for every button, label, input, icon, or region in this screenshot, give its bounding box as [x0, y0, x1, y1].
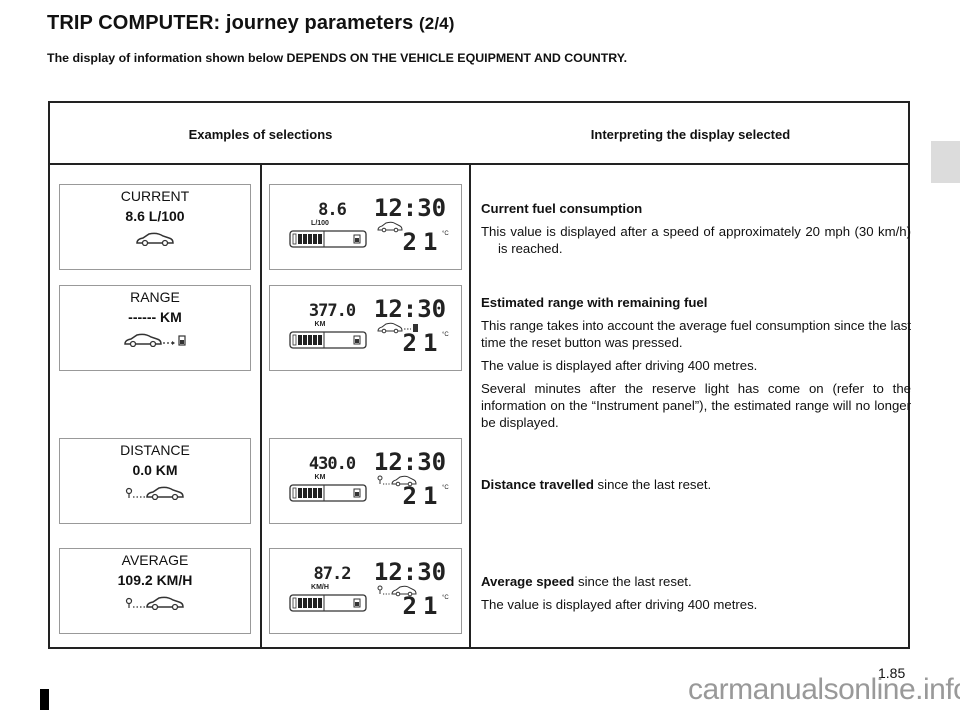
- start-to-car-icon: [60, 484, 250, 502]
- lcd-temp-unit: °C: [442, 332, 449, 338]
- lcd-main-value: 377.0: [309, 301, 356, 321]
- fuel-segment: [318, 488, 322, 498]
- lcd-clock: 12:30: [374, 448, 446, 476]
- fuel-segment: [303, 335, 307, 345]
- description-text: Several minutes after the reserve light …: [481, 381, 911, 430]
- column-divider: [260, 163, 262, 647]
- lcd-clock: 12:30: [374, 558, 446, 586]
- fuel-segment: [298, 234, 302, 244]
- description-text: The value is displayed after driving 400…: [481, 358, 758, 373]
- selection-example-distance: DISTANCE 0.0 KM: [59, 438, 251, 524]
- lcd-unit: KM: [315, 474, 326, 481]
- fuel-gauge: [289, 594, 367, 612]
- description-current: Current fuel consumption This value is d…: [481, 200, 911, 263]
- lcd-main-value: 87.2: [314, 564, 351, 584]
- lcd-main-value: 8.6: [318, 200, 346, 220]
- lcd-temperature: 21: [403, 592, 444, 620]
- description-text: This range takes into account the averag…: [481, 318, 911, 350]
- selection-example-range: RANGE ------ KM: [59, 285, 251, 371]
- fuel-segment: [308, 488, 312, 498]
- fuel-segment: [303, 234, 307, 244]
- selection-value: ------ KM: [128, 309, 182, 325]
- lcd-temp-unit: °C: [442, 485, 449, 491]
- edge-marker: [40, 689, 49, 710]
- fuel-segment: [308, 234, 312, 244]
- page-title: TRIP COMPUTER: journey parameters (2/4): [47, 12, 455, 35]
- fuel-segment: [308, 335, 312, 345]
- car-icon: [60, 230, 250, 248]
- title-text: TRIP COMPUTER: journey parameters: [47, 12, 414, 34]
- lcd-unit: KM: [315, 321, 326, 328]
- lcd-temperature: 21: [403, 228, 444, 256]
- column-header-interpretation: Interpreting the display selected: [590, 127, 791, 142]
- fuel-segment: [313, 234, 317, 244]
- selection-value: 8.6 L/100: [125, 208, 185, 224]
- description-distance: Distance travelled since the last reset.: [481, 476, 911, 499]
- section-tab-marker: [931, 141, 960, 183]
- fuel-segment: [298, 598, 302, 608]
- selection-label: AVERAGE: [121, 552, 189, 568]
- selection-value: 109.2 KM/H: [117, 572, 193, 588]
- page-subtitle: The display of information shown below D…: [47, 51, 628, 65]
- selection-label: DISTANCE: [120, 442, 190, 458]
- lcd-temp-unit: °C: [442, 231, 449, 237]
- fuel-gauge: [289, 331, 367, 349]
- lcd-temperature: 21: [403, 329, 444, 357]
- fuel-segment: [303, 488, 307, 498]
- description-text: Average speed since the last reset.: [481, 573, 911, 590]
- fuel-segment: [318, 335, 322, 345]
- page-indicator: (2/4): [419, 14, 455, 33]
- fuel-segment: [318, 598, 322, 608]
- description-title: Average speed: [481, 574, 575, 589]
- lcd-unit: L/100: [311, 220, 329, 227]
- lcd-main-value: 430.0: [309, 454, 356, 474]
- selection-label: CURRENT: [120, 188, 190, 204]
- lcd-temp-unit: °C: [442, 595, 449, 601]
- display-example-current: 8.6 L/100 12:30 21 °C: [269, 184, 462, 270]
- lcd-clock: 12:30: [374, 194, 446, 222]
- car-icon: [377, 221, 403, 233]
- description-average: Average speed since the last reset. The …: [481, 573, 911, 619]
- description-title: Distance travelled: [481, 477, 594, 492]
- fuel-gauge: [289, 484, 367, 502]
- description-text: This value is displayed after a speed of…: [481, 224, 911, 256]
- fuel-segment: [303, 598, 307, 608]
- selection-label: RANGE: [130, 289, 180, 305]
- description-range: Estimated range with remaining fuel This…: [481, 294, 911, 437]
- start-to-car-icon: [377, 475, 417, 487]
- watermark[interactable]: carmanualsonline.info: [688, 673, 960, 707]
- fuel-segment: [318, 234, 322, 244]
- lcd-clock: 12:30: [374, 295, 446, 323]
- description-text: The value is displayed after driving 400…: [481, 597, 758, 612]
- selection-example-average: AVERAGE 109.2 KM/H: [59, 548, 251, 634]
- description-rest: since the last reset.: [574, 574, 692, 589]
- fuel-segment: [298, 335, 302, 345]
- selection-example-current: CURRENT 8.6 L/100: [59, 184, 251, 270]
- description-title: Current fuel consumption: [481, 201, 643, 216]
- fuel-segment: [313, 335, 317, 345]
- fuel-segment: [298, 488, 302, 498]
- display-example-range: 377.0 KM 12:30 21 °C: [269, 285, 462, 371]
- lcd-unit: KM/H: [311, 584, 329, 591]
- journey-parameters-table: Examples of selections Interpreting the …: [48, 101, 911, 649]
- display-example-average: 87.2 KM/H 12:30 21 °C: [269, 548, 462, 634]
- fuel-segment: [313, 488, 317, 498]
- description-title: Estimated range with remaining fuel: [481, 295, 708, 310]
- fuel-gauge: [289, 230, 367, 248]
- fuel-segment: [308, 598, 312, 608]
- start-to-car-icon: [60, 594, 250, 612]
- display-example-distance: 430.0 KM 12:30 21 °C: [269, 438, 462, 524]
- column-divider: [469, 163, 471, 647]
- header-divider: [50, 163, 908, 165]
- fuel-segment: [313, 598, 317, 608]
- selection-value: 0.0 KM: [132, 462, 178, 478]
- description-text: Distance travelled since the last reset.: [481, 476, 911, 493]
- lcd-temperature: 21: [403, 482, 444, 510]
- car-to-fuel-icon: [60, 331, 250, 349]
- start-to-car-icon: [377, 585, 417, 597]
- column-header-selections: Examples of selections: [188, 127, 333, 142]
- description-rest: since the last reset.: [593, 477, 712, 492]
